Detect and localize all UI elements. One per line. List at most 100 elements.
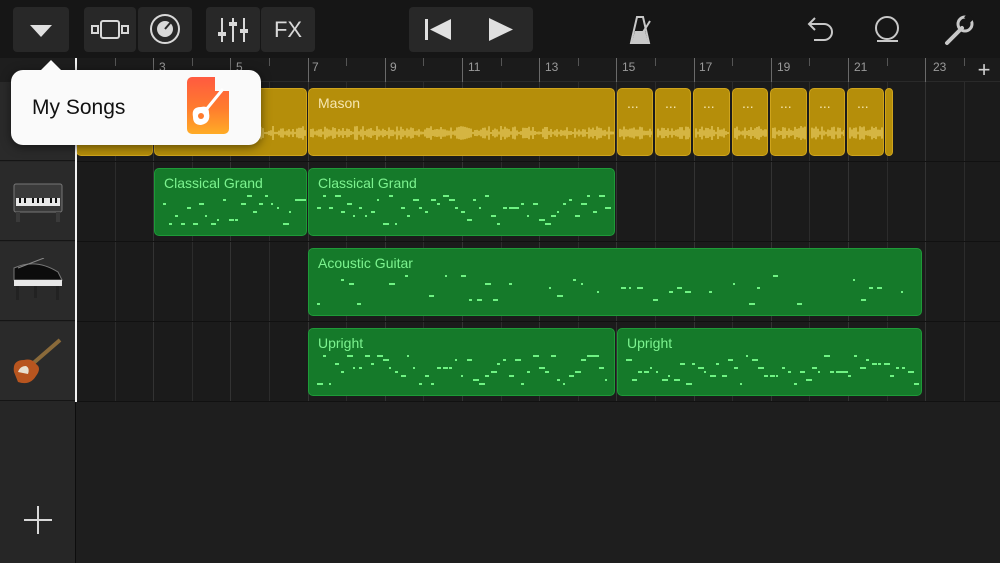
midi-note xyxy=(581,283,583,285)
midi-region-classical-grand[interactable]: Classical Grand xyxy=(154,168,307,236)
midi-note xyxy=(485,375,489,377)
midi-note xyxy=(461,275,466,277)
midi-note xyxy=(235,219,238,221)
midi-note xyxy=(509,375,514,377)
audio-region[interactable]: ... xyxy=(770,88,807,156)
midi-note xyxy=(259,203,263,205)
guitar-icon xyxy=(192,88,225,125)
midi-note xyxy=(551,355,556,357)
bar-number: 11 xyxy=(468,60,481,74)
tracks-view-button[interactable] xyxy=(84,7,136,52)
undo-button[interactable] xyxy=(797,7,841,52)
audio-region[interactable] xyxy=(885,88,893,156)
midi-region-upright[interactable]: Upright xyxy=(617,328,922,396)
midi-note xyxy=(599,195,605,197)
midi-note xyxy=(389,195,393,197)
play-icon[interactable] xyxy=(471,7,533,52)
midi-note xyxy=(563,383,565,385)
audio-region[interactable]: ... xyxy=(693,88,730,156)
audio-region[interactable]: ... xyxy=(732,88,768,156)
transport-controls xyxy=(409,7,533,52)
midi-note xyxy=(265,195,268,197)
midi-note xyxy=(449,199,455,201)
midi-note xyxy=(443,367,448,369)
midi-note xyxy=(289,211,291,213)
midi-note xyxy=(902,367,905,369)
my-songs-label[interactable]: My Songs xyxy=(32,96,125,120)
loop-browser-button[interactable] xyxy=(865,7,909,52)
midi-note xyxy=(848,375,851,377)
bar-number: 19 xyxy=(777,60,791,74)
track-header-grand-piano[interactable] xyxy=(0,242,75,321)
track-header-bass-guitar[interactable] xyxy=(0,322,75,401)
bar-number: 9 xyxy=(390,60,397,74)
midi-note xyxy=(405,275,408,277)
midi-note xyxy=(295,199,301,201)
midi-note xyxy=(383,359,389,361)
midi-note xyxy=(539,367,545,369)
midi-note xyxy=(425,211,428,213)
audio-region[interactable]: ... xyxy=(847,88,884,156)
midi-note xyxy=(329,207,333,209)
midi-note xyxy=(545,371,549,373)
midi-notes xyxy=(317,355,607,385)
midi-note xyxy=(503,207,507,209)
audio-region[interactable]: ... xyxy=(617,88,653,156)
midi-note xyxy=(509,283,512,285)
midi-note xyxy=(656,371,658,373)
midi-note xyxy=(175,215,178,217)
midi-note xyxy=(377,199,379,201)
midi-note xyxy=(878,363,881,365)
audio-region-mason[interactable]: Mason xyxy=(308,88,615,156)
midi-note xyxy=(445,275,447,277)
add-track-button[interactable] xyxy=(20,502,56,538)
midi-note xyxy=(908,371,914,373)
midi-note xyxy=(341,279,344,281)
midi-note xyxy=(431,199,436,201)
track-header-upright-piano[interactable] xyxy=(0,162,75,241)
my-songs-dropdown-button[interactable] xyxy=(13,7,69,52)
fx-label: FX xyxy=(273,17,303,42)
undo-icon xyxy=(807,17,833,41)
smart-controls-button[interactable] xyxy=(138,7,192,52)
track-headers xyxy=(0,82,76,563)
midi-note xyxy=(653,299,658,301)
fx-button[interactable]: FX xyxy=(261,7,315,52)
midi-region-classical-grand[interactable]: Classical Grand xyxy=(308,168,615,236)
ruler-tick xyxy=(887,58,888,66)
empty-track-area[interactable] xyxy=(76,402,1000,563)
audio-region[interactable]: ... xyxy=(809,88,845,156)
midi-region-upright[interactable]: Upright xyxy=(308,328,615,396)
metronome-button[interactable] xyxy=(618,7,662,52)
midi-note xyxy=(371,211,375,213)
midi-note xyxy=(365,215,367,217)
audio-region[interactable]: ... xyxy=(655,88,691,156)
midi-region-acoustic-guitar[interactable]: Acoustic Guitar xyxy=(308,248,922,316)
midi-note xyxy=(317,383,323,385)
midi-note xyxy=(773,275,778,277)
midi-note xyxy=(431,383,434,385)
midi-note xyxy=(527,371,530,373)
midi-note xyxy=(469,299,472,301)
midi-note xyxy=(473,199,476,201)
midi-note xyxy=(377,355,383,357)
add-section-button[interactable]: + xyxy=(974,58,994,82)
mixer-button[interactable] xyxy=(206,7,260,52)
go-to-beginning-icon[interactable] xyxy=(409,7,471,52)
midi-note xyxy=(662,379,668,381)
metronome-icon xyxy=(629,16,651,44)
midi-note xyxy=(632,379,637,381)
midi-note xyxy=(401,375,406,377)
my-songs-popover[interactable]: My Songs xyxy=(11,60,261,145)
midi-note xyxy=(365,355,370,357)
midi-note xyxy=(413,199,419,201)
midi-note xyxy=(758,367,764,369)
settings-button[interactable] xyxy=(936,7,980,52)
bar-number: 21 xyxy=(854,60,868,74)
midi-note xyxy=(383,223,389,225)
midi-note xyxy=(853,279,855,281)
midi-note xyxy=(357,303,361,305)
midi-note xyxy=(493,299,498,301)
bar-number: 15 xyxy=(622,60,636,74)
mixer-icon xyxy=(218,18,248,42)
